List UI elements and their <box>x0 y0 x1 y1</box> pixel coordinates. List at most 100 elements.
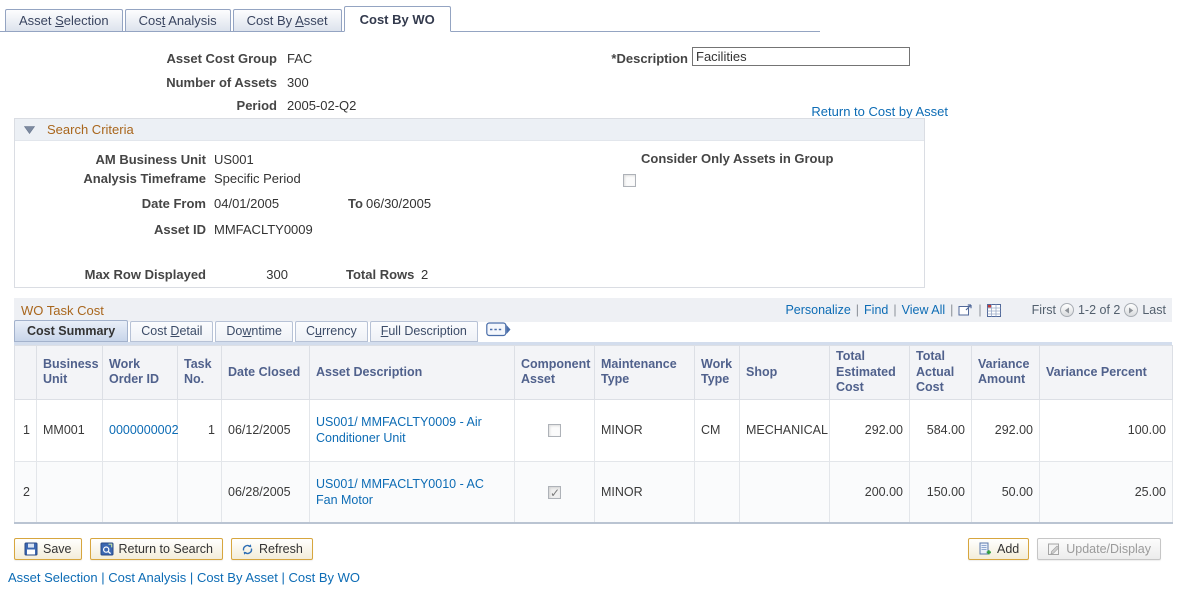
view-all-link[interactable]: View All <box>902 303 946 317</box>
return-to-search-button[interactable]: Return to Search <box>90 538 224 560</box>
am-business-unit-label: AM Business Unit <box>15 152 206 167</box>
footer-link-asset-selection[interactable]: Asset Selection <box>8 570 98 585</box>
tab-label: Cos <box>139 13 162 28</box>
date-to-label: To <box>348 196 363 211</box>
number-of-assets-label: Number of Assets <box>14 75 277 90</box>
tab-cost-by-asset[interactable]: Cost By Asset <box>233 9 342 31</box>
asset-description-link[interactable]: US001/ MMFACLTY0010 - AC Fan Motor <box>316 477 484 507</box>
subtab-label: C <box>306 324 315 338</box>
find-link[interactable]: Find <box>864 303 888 317</box>
column-header-work-type: Work Type <box>695 346 740 400</box>
description-label: *Description <box>538 51 688 66</box>
analysis-timeframe-value: Specific Period <box>214 171 301 186</box>
column-header-total-actual-cost: Total Actual Cost <box>910 346 972 400</box>
period-value: 2005-02-Q2 <box>287 98 356 113</box>
subtab-accesskey: u <box>315 324 322 338</box>
asset-description-link[interactable]: US001/ MMFACLTY0009 - Air Conditioner Un… <box>316 415 482 445</box>
save-button[interactable]: Save <box>14 538 82 560</box>
asset-description-cell: US001/ MMFACLTY0009 - Air Conditioner Un… <box>310 399 515 461</box>
link-separator: | <box>101 570 104 585</box>
column-header-variance-amount: Variance Amount <box>972 346 1040 400</box>
business-unit-cell <box>37 461 103 523</box>
add-button[interactable]: Add <box>968 538 1029 560</box>
subtab-full-description[interactable]: Full Description <box>370 321 478 342</box>
number-of-assets-value: 300 <box>287 75 309 90</box>
subtab-downtime[interactable]: Downtime <box>215 321 293 342</box>
total-estimated-cost-cell: 292.00 <box>830 399 910 461</box>
maintenance-type-cell: MINOR <box>595 399 695 461</box>
component-asset-cell <box>515 399 595 461</box>
grid-title: WO Task Cost <box>21 303 104 318</box>
show-all-columns-button[interactable] <box>486 322 511 340</box>
personalize-link[interactable]: Personalize <box>785 303 850 317</box>
component-asset-checkbox <box>548 486 561 499</box>
column-header-shop: Shop <box>740 346 830 400</box>
column-header-work-order-id: Work Order ID <box>103 346 178 400</box>
tab-label: election <box>64 13 109 28</box>
component-asset-checkbox[interactable] <box>548 424 561 437</box>
work-order-id-cell: 0000000002 <box>103 399 178 461</box>
work-order-id-cell <box>103 461 178 523</box>
refresh-button[interactable]: Refresh <box>231 538 313 560</box>
row-number-cell: 2 <box>15 461 37 523</box>
tab-asset-selection[interactable]: Asset Selection <box>5 9 123 31</box>
next-page-icon <box>1124 303 1138 317</box>
total-actual-cost-cell: 584.00 <box>910 399 972 461</box>
bottom-page-links: Asset Selection | Cost Analysis | Cost B… <box>8 570 360 585</box>
asset-id-value: MMFACLTY0009 <box>214 222 313 237</box>
table-row: 2 06/28/2005 US001/ MMFACLTY0010 - AC Fa… <box>15 461 1173 523</box>
subtab-label: Cost Summary <box>27 324 115 338</box>
tab-cost-by-wo[interactable]: Cost By WO <box>344 6 451 32</box>
add-label: Add <box>997 542 1019 556</box>
return-to-search-icon <box>100 542 114 556</box>
collapse-section-icon[interactable] <box>24 126 35 134</box>
column-header-variance-percent: Variance Percent <box>1040 346 1173 400</box>
shop-cell: MECHANICAL <box>740 399 830 461</box>
subtab-currency[interactable]: Currency <box>295 321 368 342</box>
column-header-asset-description: Asset Description <box>310 346 515 400</box>
grid-toolbar: Personalize | Find | View All | | First … <box>785 303 1166 317</box>
pager-range: 1-2 of 2 <box>1078 303 1120 317</box>
save-label: Save <box>43 542 72 556</box>
search-criteria-header: Search Criteria <box>15 119 924 141</box>
description-input[interactable] <box>692 47 910 66</box>
table-row: 1 MM001 0000000002 1 06/12/2005 US001/ M… <box>15 399 1173 461</box>
task-no-cell: 1 <box>178 399 222 461</box>
toolbar-separator: | <box>950 303 953 317</box>
add-icon <box>978 542 992 556</box>
footer-link-cost-by-wo[interactable]: Cost By WO <box>289 570 361 585</box>
search-criteria-title: Search Criteria <box>47 122 134 137</box>
subtab-cost-detail[interactable]: Cost Detail <box>130 321 213 342</box>
total-rows-value: 2 <box>421 267 428 282</box>
save-icon <box>24 542 38 556</box>
link-separator: | <box>190 570 193 585</box>
tab-label: Asset <box>19 13 55 28</box>
subtab-label: Cost <box>141 324 170 338</box>
business-unit-cell: MM001 <box>37 399 103 461</box>
update-display-label: Update/Display <box>1066 542 1151 556</box>
return-to-search-label: Return to Search <box>119 542 214 556</box>
footer-link-cost-by-asset[interactable]: Cost By Asset <box>197 570 278 585</box>
subtab-label: ull Description <box>388 324 467 338</box>
main-tabbar: Asset Selection Cost Analysis Cost By As… <box>0 9 820 32</box>
consider-only-assets-checkbox[interactable] <box>623 174 636 187</box>
subtab-cost-summary[interactable]: Cost Summary <box>14 320 128 342</box>
footer-link-cost-analysis[interactable]: Cost Analysis <box>108 570 186 585</box>
return-to-cost-by-asset-link[interactable]: Return to Cost by Asset <box>811 104 948 119</box>
link-separator: | <box>281 570 284 585</box>
asset-cost-group-label: Asset Cost Group <box>14 51 277 66</box>
work-order-id-link[interactable]: 0000000002 <box>109 423 179 437</box>
update-display-button: Update/Display <box>1037 538 1161 560</box>
zoom-grid-icon[interactable] <box>958 303 973 317</box>
variance-percent-cell: 25.00 <box>1040 461 1173 523</box>
refresh-icon <box>241 543 254 556</box>
period-label: Period <box>14 98 277 113</box>
tab-label: Analysis <box>165 13 216 28</box>
date-to-value: 06/30/2005 <box>366 196 431 211</box>
tab-cost-analysis[interactable]: Cost Analysis <box>125 9 231 31</box>
download-to-spreadsheet-icon[interactable] <box>987 304 1001 317</box>
pager-first-label: First <box>1032 303 1056 317</box>
column-header-maintenance-type: Maintenance Type <box>595 346 695 400</box>
date-closed-cell: 06/12/2005 <box>222 399 310 461</box>
search-criteria-section: Search Criteria AM Business Unit US001 A… <box>14 118 925 288</box>
